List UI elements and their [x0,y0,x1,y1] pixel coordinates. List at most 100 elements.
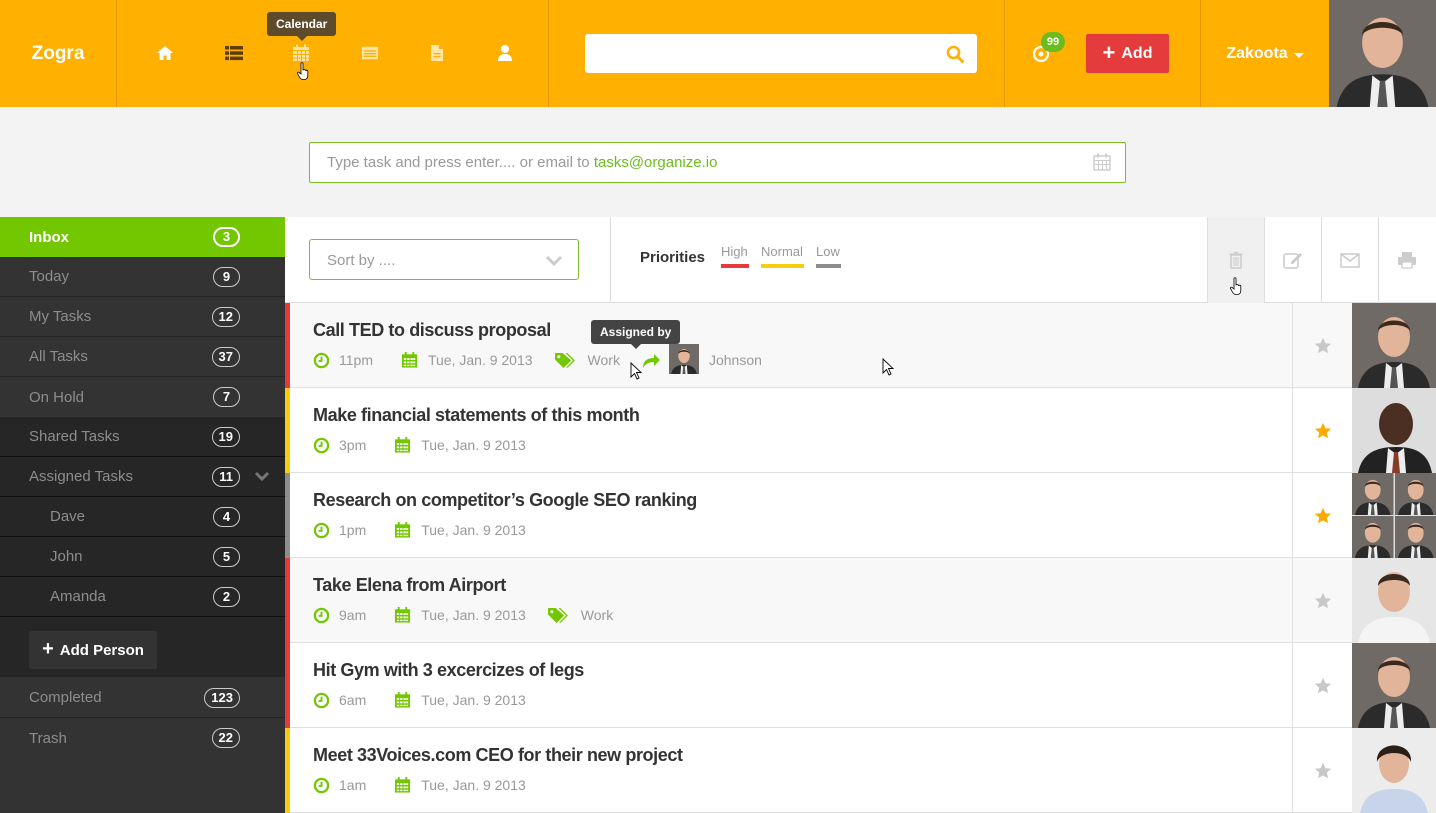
add-person-label: Add Person [59,641,144,659]
delete-button[interactable] [1207,217,1264,303]
task-time: 6am [339,692,367,708]
task-meta: 9am Tue, Jan. 9 2013 Work [313,605,613,625]
sidebar-item-label: My Tasks [29,308,92,325]
sidebar-item-trash[interactable]: Trash 22 [0,718,285,758]
calendar-tooltip: Calendar [267,12,337,41]
calendar-icon [394,691,411,709]
assigner-avatar[interactable] [669,344,699,374]
search-input[interactable] [585,34,977,73]
edit-icon [1283,253,1302,269]
task-title[interactable]: Call TED to discuss proposal [313,320,551,341]
assigned-by-name[interactable]: Johnson [709,352,762,368]
star-toggle[interactable] [1292,728,1352,813]
sidebar-item-john[interactable]: John 5 [0,537,285,577]
priority-label: Normal [761,244,803,259]
search-icon[interactable] [945,44,965,64]
sidebar-item-label: On Hold [29,388,85,406]
add-button[interactable]: + Add [1086,34,1169,73]
task-date: Tue, Jan. 9 2013 [421,692,526,708]
sidebar-item-all-tasks[interactable]: All Tasks 37 [0,337,285,377]
priority-color-bar [721,264,749,268]
priority-label: High [721,244,748,259]
sidebar-item-assigned-tasks[interactable]: Assigned Tasks 11 [0,457,285,497]
sidebar-item-my-tasks[interactable]: My Tasks 12 [0,297,285,337]
sidebar-item-amanda[interactable]: Amanda 2 [0,577,285,617]
quick-add-task-input[interactable]: Type task and press enter.... or email t… [309,142,1126,183]
assigned-by-icon[interactable] [641,351,661,369]
divider [1004,0,1005,107]
task-date: Tue, Jan. 9 2013 [427,352,533,368]
sidebar-item-completed[interactable]: Completed 123 [0,678,285,718]
count-badge: 12 [211,307,240,327]
sidebar-item-label: Completed [29,689,102,706]
task-row[interactable]: Hit Gym with 3 excercizes of legs 6am Tu… [285,643,1436,728]
email-button[interactable] [1321,217,1378,303]
priority-filter-high[interactable]: High [721,244,749,268]
task-row[interactable]: Call TED to discuss proposal 11pm Tue, J… [285,303,1436,388]
calendar-icon [394,776,411,794]
task-title[interactable]: Meet 33Voices.com CEO for their new proj… [313,745,683,766]
shared-members-photos [1352,473,1436,558]
sidebar-item-inbox[interactable]: Inbox 3 [0,217,285,257]
app-logo[interactable]: Zogra [0,0,116,107]
print-button[interactable] [1378,217,1435,303]
task-tag[interactable]: Work [588,352,620,368]
clock-icon [313,607,330,624]
sidebar-item-today[interactable]: Today 9 [0,257,285,297]
star-icon [1314,592,1332,610]
user-avatar[interactable] [1329,0,1436,107]
nav-document-icon[interactable] [426,42,448,64]
priority-strip-low [285,473,290,558]
priority-strip-high [285,558,290,643]
star-toggle[interactable] [1292,473,1352,558]
chevron-down-icon[interactable] [254,470,270,484]
count-badge: 7 [213,387,240,407]
task-title[interactable]: Make financial statements of this month [313,405,640,426]
user-menu[interactable]: Zakoota [1201,0,1329,107]
priority-filter-normal[interactable]: Normal [761,244,804,268]
nav-calendar-icon[interactable] [290,42,312,64]
sidebar-item-on-hold[interactable]: On Hold 7 [0,377,285,417]
search-field[interactable] [585,34,977,73]
task-row[interactable]: Research on competitor’s Google SEO rank… [285,473,1436,558]
plus-icon: + [42,638,54,660]
task-title[interactable]: Take Elena from Airport [313,575,506,596]
quick-add-placeholder-text: Type task and press enter.... or email t… [327,154,594,171]
nav-card-icon[interactable] [359,42,381,64]
edit-button[interactable] [1264,217,1321,303]
nav-home-icon[interactable] [154,42,176,64]
count-badge: 19 [211,427,240,447]
priority-filter-low[interactable]: Low [816,244,841,268]
star-toggle[interactable] [1292,303,1352,388]
task-tag[interactable]: Work [581,607,613,623]
task-title[interactable]: Hit Gym with 3 excercizes of legs [313,660,584,681]
priority-strip-normal [285,388,290,473]
count-badge: 4 [213,507,240,527]
count-badge: 5 [213,547,240,567]
task-owner-photo [1352,728,1436,813]
sort-dropdown[interactable]: Sort by .... [309,239,579,280]
task-meta: 1am Tue, Jan. 9 2013 [313,775,526,795]
sidebar-item-label: Assigned Tasks [29,468,133,485]
task-row[interactable]: Make financial statements of this month … [285,388,1436,473]
star-toggle[interactable] [1292,388,1352,473]
add-person-button[interactable]: + Add Person [29,631,157,669]
user-name: Zakoota [1226,44,1288,62]
task-row[interactable]: Meet 33Voices.com CEO for their new proj… [285,728,1436,813]
home-icon [157,46,173,60]
task-row[interactable]: Take Elena from Airport 9am Tue, Jan. 9 … [285,558,1436,643]
nav-list-icon[interactable] [223,42,245,64]
count-badge: 37 [211,347,240,367]
star-icon [1314,507,1332,525]
divider [548,0,549,107]
quick-add-email-link[interactable]: tasks@organize.io [594,154,718,171]
nav-user-icon[interactable] [494,42,516,64]
task-toolbar: Sort by .... Priorities High Normal Low [285,217,1436,303]
sidebar-item-dave[interactable]: Dave 4 [0,497,285,537]
calendar-picker-icon[interactable] [1093,153,1111,171]
star-toggle[interactable] [1292,643,1352,728]
star-toggle[interactable] [1292,558,1352,643]
task-title[interactable]: Research on competitor’s Google SEO rank… [313,490,697,511]
sidebar-item-shared-tasks[interactable]: Shared Tasks 19 [0,417,285,457]
sidebar-item-label: Shared Tasks [29,428,120,445]
